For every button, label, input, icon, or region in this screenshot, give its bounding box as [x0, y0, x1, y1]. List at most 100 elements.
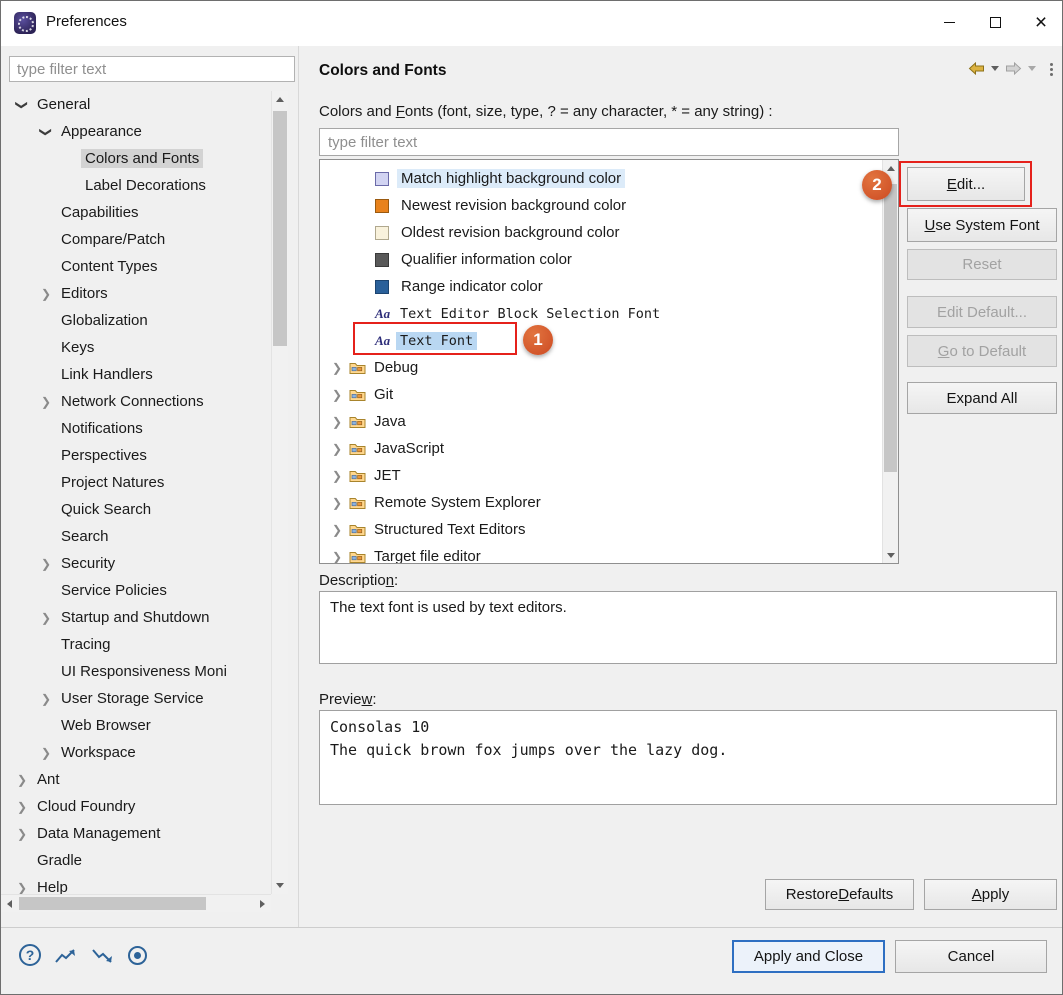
- minimize-button[interactable]: [926, 1, 972, 43]
- edit-button[interactable]: Edit...: [907, 167, 1025, 201]
- expander-right-icon[interactable]: ❯: [35, 692, 57, 706]
- sidebar-item-content-types[interactable]: Content Types: [1, 253, 271, 280]
- list-item-git[interactable]: ❯Git: [320, 381, 881, 408]
- list-item-oldest-revision-background-color[interactable]: Oldest revision background color: [320, 219, 881, 246]
- sidebar-item-keys[interactable]: Keys: [1, 334, 271, 361]
- list-item-javascript[interactable]: ❯JavaScript: [320, 435, 881, 462]
- forward-arrow-icon[interactable]: [1005, 62, 1022, 75]
- colors-fonts-filter-input[interactable]: [319, 128, 899, 156]
- expander-right-icon[interactable]: ❯: [11, 800, 33, 814]
- sidebar-vertical-scrollbar[interactable]: [271, 91, 288, 894]
- sidebar-item-user-storage-service[interactable]: ❯User Storage Service: [1, 685, 271, 712]
- expand-all-button[interactable]: Expand All: [907, 382, 1057, 414]
- back-history-dropdown-icon[interactable]: [991, 66, 999, 71]
- expander-right-icon[interactable]: ❯: [11, 773, 33, 787]
- sidebar-item-perspectives[interactable]: Perspectives: [1, 442, 271, 469]
- sidebar-horizontal-scrollbar[interactable]: [1, 894, 271, 912]
- expander-right-icon[interactable]: ❯: [35, 557, 57, 571]
- back-arrow-icon[interactable]: [968, 62, 985, 75]
- expander-right-icon[interactable]: ❯: [11, 827, 33, 841]
- scroll-right-button[interactable]: [254, 895, 271, 912]
- forward-history-dropdown-icon[interactable]: [1028, 66, 1036, 71]
- sidebar-item-startup-and-shutdown[interactable]: ❯Startup and Shutdown: [1, 604, 271, 631]
- sidebar-item-security[interactable]: ❯Security: [1, 550, 271, 577]
- preference-recorder-icon[interactable]: [128, 946, 147, 965]
- cancel-button[interactable]: Cancel: [895, 940, 1047, 973]
- list-item-jet[interactable]: ❯JET: [320, 462, 881, 489]
- sidebar-item-editors[interactable]: ❯Editors: [1, 280, 271, 307]
- sidebar-item-help[interactable]: ❯Help: [1, 874, 271, 894]
- list-item-target-file-editor[interactable]: ❯Target file editor: [320, 543, 881, 563]
- list-vertical-scrollbar[interactable]: [882, 160, 898, 563]
- sidebar-item-workspace[interactable]: ❯Workspace: [1, 739, 271, 766]
- sidebar-item-compare-patch[interactable]: Compare/Patch: [1, 226, 271, 253]
- scroll-up-button[interactable]: [883, 160, 898, 176]
- expander-right-icon[interactable]: ❯: [332, 442, 349, 456]
- sidebar-item-label-decorations[interactable]: Label Decorations: [1, 172, 271, 199]
- sidebar-item-cloud-foundry[interactable]: ❯Cloud Foundry: [1, 793, 271, 820]
- expander-right-icon[interactable]: ❯: [35, 746, 57, 760]
- expander-right-icon[interactable]: ❯: [11, 881, 33, 895]
- sidebar-item-link-handlers[interactable]: Link Handlers: [1, 361, 271, 388]
- list-item-structured-text-editors[interactable]: ❯Structured Text Editors: [320, 516, 881, 543]
- sidebar-item-capabilities[interactable]: Capabilities: [1, 199, 271, 226]
- expander-right-icon[interactable]: ❯: [332, 523, 349, 537]
- list-item-text-font[interactable]: AaText Font: [320, 327, 881, 354]
- use-system-font-button[interactable]: Use System Font: [907, 208, 1057, 242]
- scroll-up-button[interactable]: [272, 91, 288, 108]
- sidebar-item-gradle[interactable]: Gradle: [1, 847, 271, 874]
- expander-down-icon[interactable]: ❯: [15, 94, 29, 116]
- list-item-label: Java: [370, 412, 410, 431]
- list-item-text-editor-block-selection-font[interactable]: AaText Editor Block Selection Font: [320, 300, 881, 327]
- expander-right-icon[interactable]: ❯: [35, 287, 57, 301]
- sidebar-item-general[interactable]: ❯General: [1, 91, 271, 118]
- list-item-java[interactable]: ❯ Java: [320, 408, 881, 435]
- scrollbar-thumb[interactable]: [19, 897, 206, 910]
- scroll-down-button[interactable]: [272, 877, 288, 894]
- expander-right-icon[interactable]: ❯: [332, 415, 349, 429]
- expander-right-icon[interactable]: ❯: [332, 550, 349, 564]
- expander-right-icon[interactable]: ❯: [35, 395, 57, 409]
- export-wizard-icon[interactable]: [54, 946, 78, 965]
- expander-down-icon[interactable]: ❯: [39, 121, 53, 143]
- apply-and-close-button[interactable]: Apply and Close: [732, 940, 885, 973]
- expander-right-icon[interactable]: ❯: [332, 496, 349, 510]
- list-item-match-highlight-background-color[interactable]: Match highlight background color: [320, 165, 881, 192]
- sidebar-item-ant[interactable]: ❯Ant: [1, 766, 271, 793]
- scrollbar-thumb[interactable]: [273, 111, 287, 346]
- sidebar-item-search[interactable]: Search: [1, 523, 271, 550]
- sidebar-item-label: Globalization: [57, 311, 152, 330]
- sidebar-item-ui-responsiveness-moni[interactable]: UI Responsiveness Moni: [1, 658, 271, 685]
- maximize-button[interactable]: [972, 1, 1018, 43]
- expander-right-icon[interactable]: ❯: [332, 388, 349, 402]
- sidebar-item-data-management[interactable]: ❯Data Management: [1, 820, 271, 847]
- scrollbar-thumb[interactable]: [884, 184, 897, 472]
- import-wizard-icon[interactable]: [91, 946, 115, 965]
- sidebar-item-service-policies[interactable]: Service Policies: [1, 577, 271, 604]
- list-item-range-indicator-color[interactable]: Range indicator color: [320, 273, 881, 300]
- list-item-qualifier-information-color[interactable]: Qualifier information color: [320, 246, 881, 273]
- sidebar-item-web-browser[interactable]: Web Browser: [1, 712, 271, 739]
- close-button[interactable]: ×: [1018, 1, 1063, 43]
- sidebar-item-colors-and-fonts[interactable]: Colors and Fonts: [1, 145, 271, 172]
- scroll-down-button[interactable]: [883, 547, 898, 563]
- sidebar-item-notifications[interactable]: Notifications: [1, 415, 271, 442]
- list-item-remote-system-explorer[interactable]: ❯Remote System Explorer: [320, 489, 881, 516]
- sidebar-item-quick-search[interactable]: Quick Search: [1, 496, 271, 523]
- sidebar-filter-input[interactable]: [9, 56, 295, 82]
- apply-button[interactable]: Apply: [924, 879, 1057, 910]
- sidebar-item-project-natures[interactable]: Project Natures: [1, 469, 271, 496]
- view-menu-icon[interactable]: [1050, 63, 1053, 66]
- help-icon[interactable]: ?: [19, 944, 41, 966]
- sidebar-item-appearance[interactable]: ❯Appearance: [1, 118, 271, 145]
- expander-right-icon[interactable]: ❯: [332, 469, 349, 483]
- restore-defaults-button[interactable]: Restore Defaults: [765, 879, 914, 910]
- sidebar-item-tracing[interactable]: Tracing: [1, 631, 271, 658]
- list-item-debug[interactable]: ❯Debug: [320, 354, 881, 381]
- list-item-newest-revision-background-color[interactable]: Newest revision background color: [320, 192, 881, 219]
- sidebar-item-globalization[interactable]: Globalization: [1, 307, 271, 334]
- expander-right-icon[interactable]: ❯: [332, 361, 349, 375]
- sidebar-item-network-connections[interactable]: ❯Network Connections: [1, 388, 271, 415]
- expander-right-icon[interactable]: ❯: [35, 611, 57, 625]
- scroll-left-button[interactable]: [1, 895, 18, 912]
